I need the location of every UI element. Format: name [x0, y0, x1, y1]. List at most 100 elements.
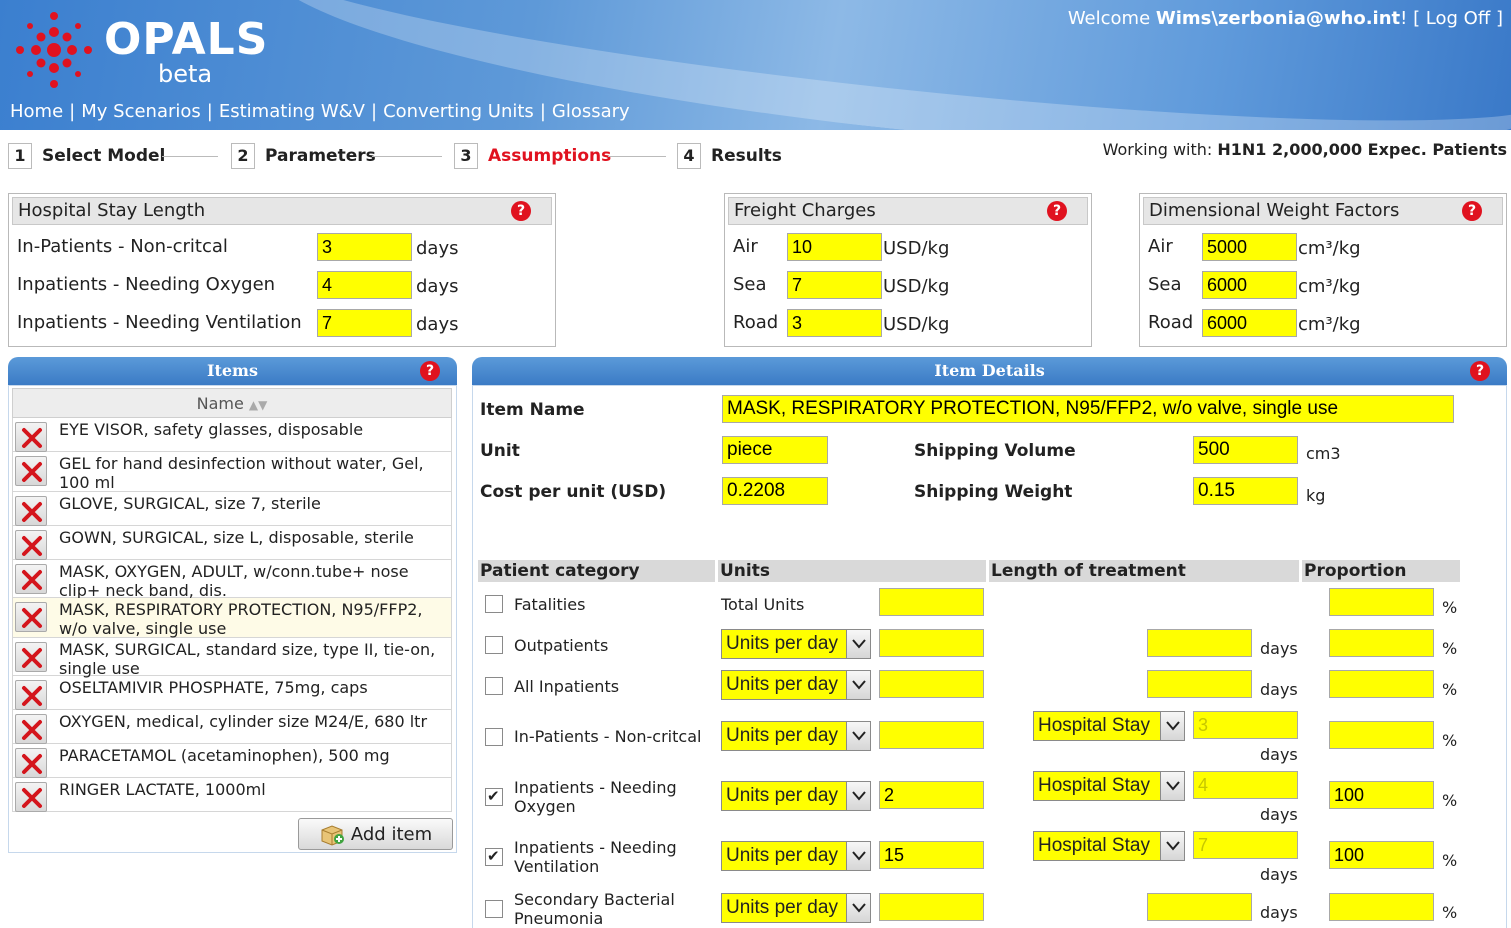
length-type-select[interactable]: Hospital Stay	[1033, 771, 1185, 801]
units-type-select[interactable]: Units per day	[721, 841, 871, 871]
add-item-button[interactable]: Add item	[298, 818, 453, 850]
help-icon[interactable]: ?	[1047, 201, 1067, 221]
checkbox-ventilation[interactable]	[485, 847, 503, 866]
list-item[interactable]: OSELTAMIVIR PHOSPHATE, 75mg, caps	[12, 676, 452, 710]
shipping-weight-input[interactable]: 0.15	[1193, 477, 1298, 505]
logoff-link[interactable]: [ Log Off ]	[1413, 8, 1503, 29]
chevron-down-icon[interactable]	[1160, 772, 1184, 800]
dim-input-road[interactable]: 6000	[1202, 309, 1297, 337]
units-type-select[interactable]: Units per day	[721, 721, 871, 751]
chevron-down-icon[interactable]	[1160, 712, 1184, 740]
checkbox-noncritical[interactable]	[485, 728, 503, 746]
checkbox-all-inpatients[interactable]	[485, 677, 503, 695]
chevron-down-icon[interactable]	[846, 894, 870, 922]
list-item[interactable]: PARACETAMOL (acetaminophen), 500 mg	[12, 744, 452, 778]
step-select-model[interactable]: 1 Select Model	[8, 141, 165, 171]
help-icon[interactable]: ?	[511, 201, 531, 221]
units-type-select[interactable]: Units per day	[721, 670, 871, 700]
units-input[interactable]	[879, 893, 984, 921]
length-type-select[interactable]: Hospital Stay	[1033, 711, 1185, 741]
delete-button[interactable]	[15, 748, 47, 778]
proportion-input[interactable]: 100	[1329, 841, 1434, 869]
cost-input[interactable]: 0.2208	[722, 477, 828, 505]
delete-button[interactable]	[15, 602, 47, 632]
list-item[interactable]: GLOVE, SURGICAL, size 7, sterile	[12, 492, 452, 526]
item-name-input[interactable]: MASK, RESPIRATORY PROTECTION, N95/FFP2, …	[722, 395, 1454, 423]
unit-input[interactable]: piece	[722, 436, 828, 464]
units-input[interactable]	[879, 629, 984, 657]
units-type-select[interactable]: Units per day	[721, 893, 871, 923]
length-input[interactable]	[1147, 670, 1252, 698]
list-item[interactable]: MASK, OXYGEN, ADULT, w/conn.tube+ nose c…	[12, 560, 452, 600]
units-type-select[interactable]: Units per day	[721, 781, 871, 811]
proportion-input[interactable]	[1329, 670, 1434, 698]
proportion-input[interactable]	[1329, 629, 1434, 657]
stay-input-noncritical[interactable]: 3	[317, 233, 412, 261]
delete-button[interactable]	[15, 782, 47, 812]
proportion-input[interactable]	[1329, 588, 1434, 616]
app-header: OPALS beta Welcome Wims\zerbonia@who.int…	[0, 0, 1511, 198]
units-input[interactable]	[879, 588, 984, 616]
select-value: Units per day	[726, 845, 838, 866]
units-input[interactable]	[879, 721, 984, 749]
checkbox-oxygen[interactable]	[485, 787, 503, 806]
step-assumptions[interactable]: 3 Assumptions	[454, 141, 611, 171]
nav-estimating[interactable]: Estimating W&V	[219, 101, 365, 122]
checkbox-pneumonia[interactable]	[485, 900, 503, 918]
chevron-down-icon[interactable]	[846, 782, 870, 810]
nav-my-scenarios[interactable]: My Scenarios	[81, 101, 201, 122]
list-item[interactable]: GEL for hand desinfection without water,…	[12, 452, 452, 492]
delete-button[interactable]	[15, 564, 47, 594]
units-input[interactable]	[879, 670, 984, 698]
delete-button[interactable]	[15, 714, 47, 744]
checkbox-fatalities[interactable]	[485, 595, 503, 613]
length-type-select[interactable]: Hospital Stay	[1033, 831, 1185, 861]
chevron-down-icon[interactable]	[846, 722, 870, 750]
nav-glossary[interactable]: Glossary	[552, 101, 630, 122]
dim-input-sea[interactable]: 6000	[1202, 271, 1297, 299]
nav-converting-units[interactable]: Converting Units	[383, 101, 534, 122]
chevron-down-icon[interactable]	[846, 630, 870, 658]
delete-button[interactable]	[15, 680, 47, 710]
delete-button[interactable]	[15, 530, 47, 560]
proportion-input[interactable]	[1329, 893, 1434, 921]
help-icon[interactable]: ?	[1470, 361, 1490, 381]
length-input[interactable]	[1147, 893, 1252, 921]
dim-input-air[interactable]: 5000	[1202, 233, 1297, 261]
list-item-selected[interactable]: MASK, RESPIRATORY PROTECTION, N95/FFP2, …	[12, 598, 452, 638]
column-header-name[interactable]: Name ▲▼	[12, 388, 452, 418]
item-name: MASK, OXYGEN, ADULT, w/conn.tube+ nose c…	[59, 562, 409, 600]
chevron-down-icon[interactable]	[846, 842, 870, 870]
unit-days: days	[416, 276, 459, 297]
nav-home[interactable]: Home	[10, 101, 63, 122]
proportion-input[interactable]	[1329, 721, 1434, 749]
list-item[interactable]: EYE VISOR, safety glasses, disposable	[12, 418, 452, 452]
delete-button[interactable]	[15, 456, 47, 486]
freight-input-road[interactable]: 3	[787, 309, 882, 337]
chevron-down-icon[interactable]	[1160, 832, 1184, 860]
length-input[interactable]	[1147, 629, 1252, 657]
help-icon[interactable]: ?	[420, 361, 440, 381]
shipping-volume-input[interactable]: 500	[1193, 436, 1298, 464]
list-item[interactable]: MASK, SURGICAL, standard size, type II, …	[12, 638, 452, 678]
checkbox-outpatients[interactable]	[485, 636, 503, 654]
delete-button[interactable]	[15, 496, 47, 526]
stay-input-oxygen[interactable]: 4	[317, 271, 412, 299]
step-parameters[interactable]: 2 Parameters	[231, 141, 376, 171]
units-input[interactable]: 2	[879, 781, 984, 809]
units-input[interactable]: 15	[879, 841, 984, 869]
help-icon[interactable]: ?	[1462, 201, 1482, 221]
list-item[interactable]: GOWN, SURGICAL, size L, disposable, ster…	[12, 526, 452, 560]
freight-input-sea[interactable]: 7	[787, 271, 882, 299]
delete-button[interactable]	[15, 422, 47, 452]
sort-icon[interactable]: ▲▼	[249, 398, 267, 412]
list-item[interactable]: RINGER LACTATE, 1000ml	[12, 778, 452, 812]
units-type-select[interactable]: Units per day	[721, 629, 871, 659]
proportion-input[interactable]: 100	[1329, 781, 1434, 809]
delete-button[interactable]	[15, 642, 47, 672]
chevron-down-icon[interactable]	[846, 671, 870, 699]
step-results[interactable]: 4 Results	[677, 141, 782, 171]
list-item[interactable]: OXYGEN, medical, cylinder size M24/E, 68…	[12, 710, 452, 744]
stay-input-ventilation[interactable]: 7	[317, 309, 412, 337]
freight-input-air[interactable]: 10	[787, 233, 882, 261]
